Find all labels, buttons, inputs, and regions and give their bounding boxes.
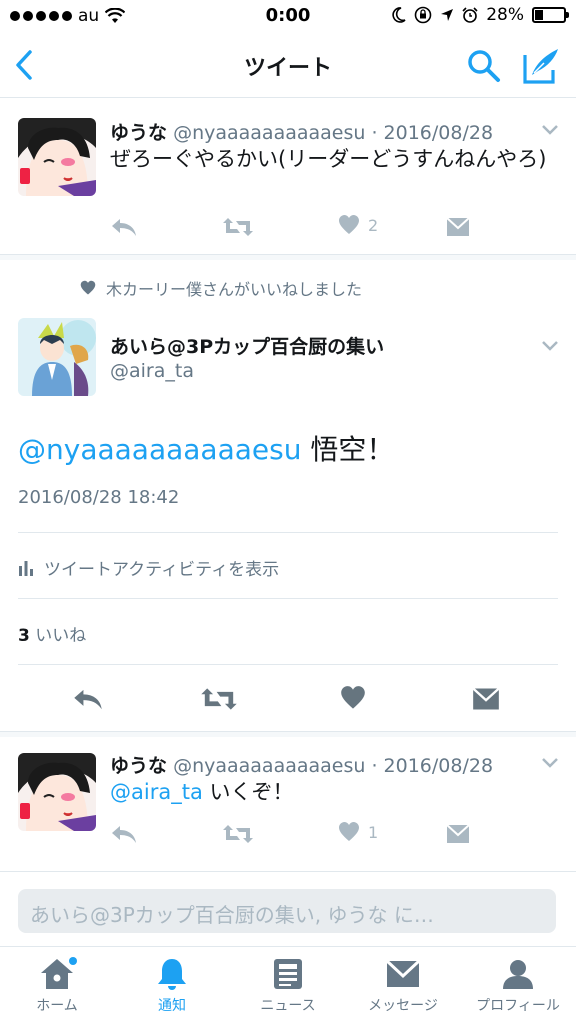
location-icon <box>441 9 454 21</box>
direct-message-icon[interactable] <box>472 687 500 711</box>
status-bar: au 0:00 28% <box>0 0 576 34</box>
avatar[interactable] <box>18 753 96 831</box>
tab-label: 通知 <box>158 998 186 1014</box>
tweet-body: 悟空！ <box>301 433 395 466</box>
retweet-icon[interactable] <box>200 686 238 712</box>
tab-profile[interactable]: プロフィール <box>463 957 573 1015</box>
tweet-timestamp: 2016/08/28 18:42 <box>18 487 180 508</box>
tab-bar: ホーム 通知 ニュース メッセージ プロフィール <box>0 946 576 1024</box>
heart-icon[interactable] <box>338 821 360 843</box>
chevron-down-icon[interactable] <box>540 755 560 769</box>
mention-link[interactable]: @aira_ta <box>110 780 203 804</box>
avatar[interactable] <box>18 318 96 396</box>
tweet-body: いくぞ！ <box>202 780 294 804</box>
mention-link[interactable]: @nyaaaaaaaaaaesu <box>18 433 301 466</box>
search-icon[interactable] <box>466 48 502 84</box>
heart-icon[interactable] <box>338 214 360 236</box>
moon-icon <box>392 7 406 23</box>
likes-label: いいね <box>29 626 87 646</box>
orientation-lock-icon <box>414 6 432 24</box>
handle-and-date: @nyaaaaaaaaaaesu · 2016/08/28 <box>173 755 494 777</box>
main-handle: @aira_ta <box>110 360 194 382</box>
divider <box>0 871 576 872</box>
divider <box>18 664 558 665</box>
chevron-down-icon[interactable] <box>540 122 560 136</box>
message-icon <box>385 959 421 987</box>
divider <box>18 598 558 599</box>
profile-icon <box>503 960 533 989</box>
direct-message-icon[interactable] <box>446 217 470 237</box>
activity-label: ツイートアクティビティを表示 <box>44 560 280 580</box>
main-tweet-text: @nyaaaaaaaaaaesu 悟空！ <box>18 428 394 468</box>
tab-notifications[interactable]: 通知 <box>117 957 227 1015</box>
handle[interactable]: @aira_ta <box>110 360 194 382</box>
reply-placeholder: あいら@3Pカップ百合厨の集い, ゆうな に… <box>30 903 434 927</box>
tweet-text: @aira_ta いくぞ！ <box>110 777 560 807</box>
like-count: 2 <box>368 215 379 235</box>
reply-icon[interactable] <box>72 686 104 712</box>
tab-label: メッセージ <box>368 998 438 1014</box>
tweet-1[interactable]: ゆうな @nyaaaaaaaaaaesu · 2016/08/28 ぜろーぐやる… <box>0 100 576 254</box>
likes-number: 3 <box>18 626 30 646</box>
reply-icon[interactable] <box>110 823 138 845</box>
tweet-3[interactable]: ゆうな @nyaaaaaaaaaaesu · 2016/08/28 @aira_… <box>0 737 576 861</box>
chevron-down-icon[interactable] <box>540 338 560 352</box>
display-name[interactable]: ゆうな <box>110 755 167 777</box>
news-icon <box>274 959 302 989</box>
battery-icon <box>532 7 569 23</box>
main-author: あいら@3Pカップ百合厨の集い <box>110 332 384 359</box>
liked-by-note: 木カーリー僕さんがいいねしました <box>80 276 362 300</box>
tab-label: ニュース <box>260 998 316 1014</box>
battery-fill <box>535 10 544 20</box>
tab-home[interactable]: ホーム <box>2 957 112 1015</box>
tab-label: ホーム <box>36 998 78 1014</box>
tweet-header: ゆうな @nyaaaaaaaaaaesu · 2016/08/28 <box>110 751 493 778</box>
bar-chart-icon <box>19 560 33 576</box>
home-icon <box>41 957 77 989</box>
liked-by-text: 木カーリー僕さんがいいねしました <box>106 280 363 299</box>
like-action[interactable]: 1 <box>338 821 378 843</box>
tweet-body: ぜろーぐやるかい(リーダーどうすんねんやろ) <box>110 147 547 171</box>
tab-label: プロフィール <box>476 998 560 1014</box>
display-name[interactable]: ゆうな <box>110 122 167 144</box>
reply-input[interactable]: あいら@3Pカップ百合厨の集い, ゆうな に… <box>18 889 556 933</box>
retweet-icon[interactable] <box>222 216 254 238</box>
alarm-icon <box>462 7 478 23</box>
likes-count[interactable]: 3 いいね <box>18 621 86 646</box>
divider <box>18 532 558 533</box>
handle-and-date: @nyaaaaaaaaaaesu · 2016/08/28 <box>173 122 494 144</box>
reply-icon[interactable] <box>110 216 138 238</box>
heart-icon[interactable] <box>340 685 366 711</box>
like-action[interactable]: 2 <box>338 214 378 236</box>
direct-message-icon[interactable] <box>446 824 470 844</box>
tab-messages[interactable]: メッセージ <box>348 957 458 1015</box>
tweet-text: ぜろーぐやるかい(リーダーどうすんねんやろ) <box>110 144 560 174</box>
bell-icon <box>158 959 186 990</box>
heart-icon <box>80 280 96 295</box>
compose-tweet-icon[interactable] <box>522 46 562 84</box>
tweet-activity-link[interactable]: ツイートアクティビティを表示 <box>18 555 279 580</box>
battery-percent: 28% <box>486 5 524 25</box>
section-separator <box>0 254 576 260</box>
like-count: 1 <box>368 822 379 842</box>
retweet-icon[interactable] <box>222 823 254 845</box>
display-name[interactable]: あいら@3Pカップ百合厨の集い <box>110 336 384 358</box>
nav-bar: ツイート <box>0 34 576 98</box>
avatar[interactable] <box>18 118 96 196</box>
tab-news[interactable]: ニュース <box>233 957 343 1015</box>
status-right: 28% <box>392 5 569 25</box>
tweet-header: ゆうな @nyaaaaaaaaaaesu · 2016/08/28 <box>110 118 493 145</box>
